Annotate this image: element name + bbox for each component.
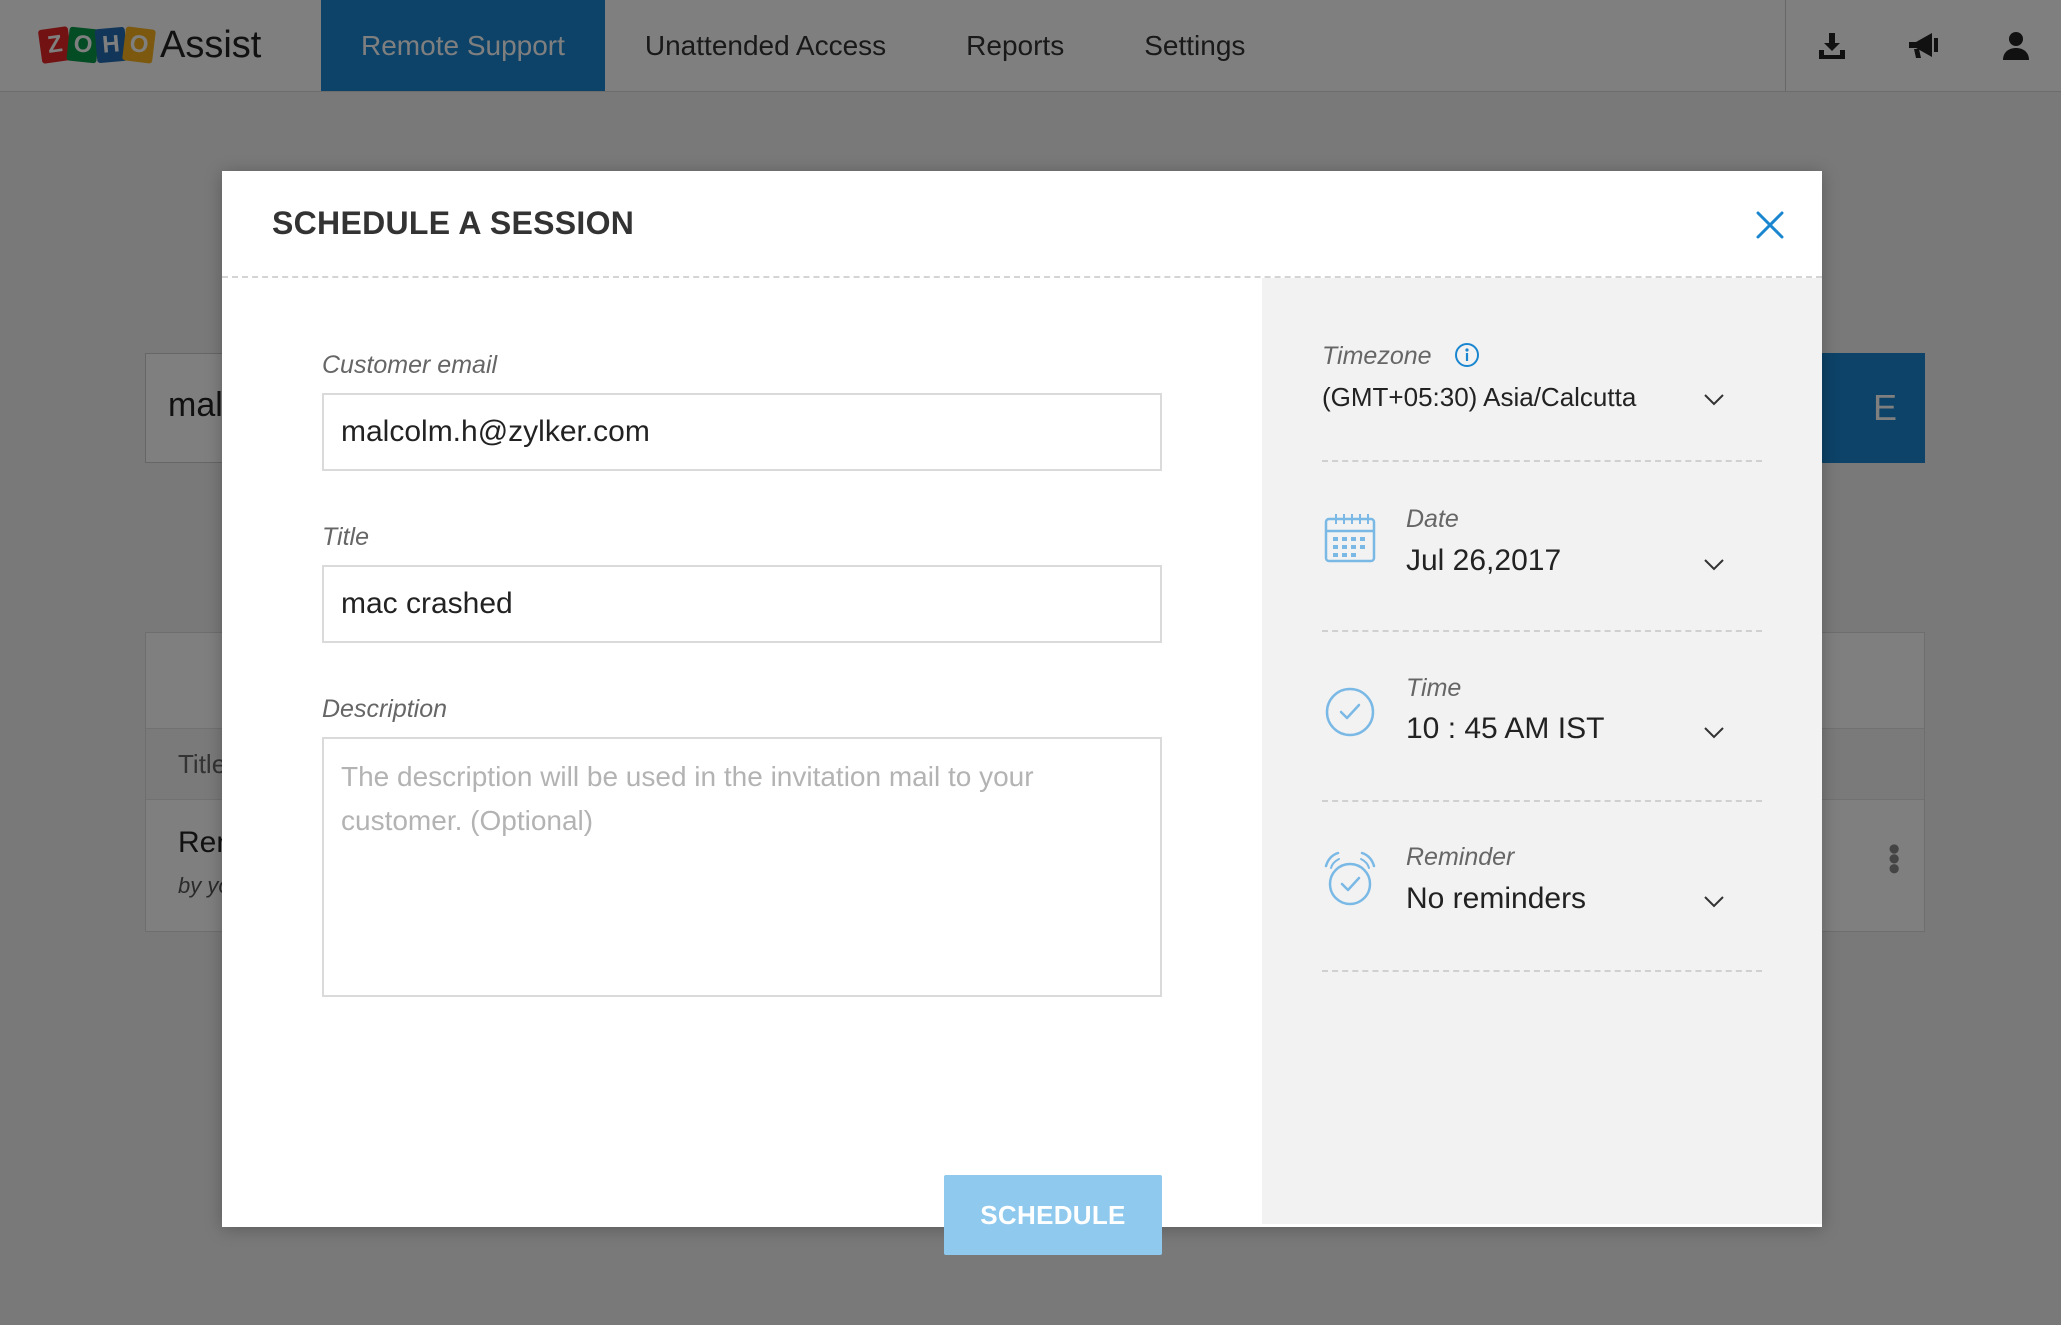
close-icon[interactable]: [1752, 207, 1788, 243]
session-form: Customer email Title Description SCHEDUL…: [222, 278, 1262, 1255]
time-row[interactable]: Time 10 : 45 AM IST: [1322, 632, 1762, 802]
timezone-label: Timezone: [1322, 342, 1432, 370]
modal-title: SCHEDULE A SESSION: [272, 205, 635, 241]
reminder-value: No reminders: [1406, 882, 1587, 915]
clock-icon: [1322, 684, 1378, 740]
timezone-chevron-down-icon[interactable]: [1703, 393, 1725, 407]
description-label: Description: [322, 695, 448, 723]
reminder-row[interactable]: Reminder No reminders: [1322, 802, 1762, 972]
date-chevron-down-icon[interactable]: [1703, 558, 1725, 572]
reminder-chevron-down-icon[interactable]: [1703, 895, 1725, 909]
time-value: 10 : 45 AM IST: [1406, 712, 1605, 745]
alarm-icon: [1322, 850, 1378, 906]
schedule-session-modal: SCHEDULE A SESSION Customer email Title …: [222, 171, 1822, 1255]
timezone-row[interactable]: Timezone (GMT+05:30) Asia/Calcutta: [1322, 278, 1762, 462]
description-field[interactable]: [322, 737, 1162, 997]
timezone-value: (GMT+05:30) Asia/Calcutta: [1322, 382, 1637, 412]
date-row[interactable]: Date Jul 26,2017: [1322, 462, 1762, 632]
schedule-settings-panel: Timezone (GMT+05:30) Asia/Calcutta Date …: [1262, 278, 1822, 1224]
customer-email-label: Customer email: [322, 351, 498, 379]
title-label: Title: [322, 523, 370, 551]
reminder-label: Reminder: [1406, 843, 1515, 871]
schedule-button[interactable]: SCHEDULE: [944, 1175, 1162, 1255]
info-icon[interactable]: [1454, 342, 1480, 368]
time-label: Time: [1406, 674, 1462, 702]
customer-email-field[interactable]: [322, 393, 1162, 471]
date-label: Date: [1406, 505, 1459, 533]
date-value: Jul 26,2017: [1406, 544, 1562, 577]
calendar-icon: [1322, 510, 1378, 566]
time-chevron-down-icon[interactable]: [1703, 726, 1725, 740]
modal-header: SCHEDULE A SESSION: [222, 171, 1822, 278]
title-field[interactable]: [322, 565, 1162, 643]
